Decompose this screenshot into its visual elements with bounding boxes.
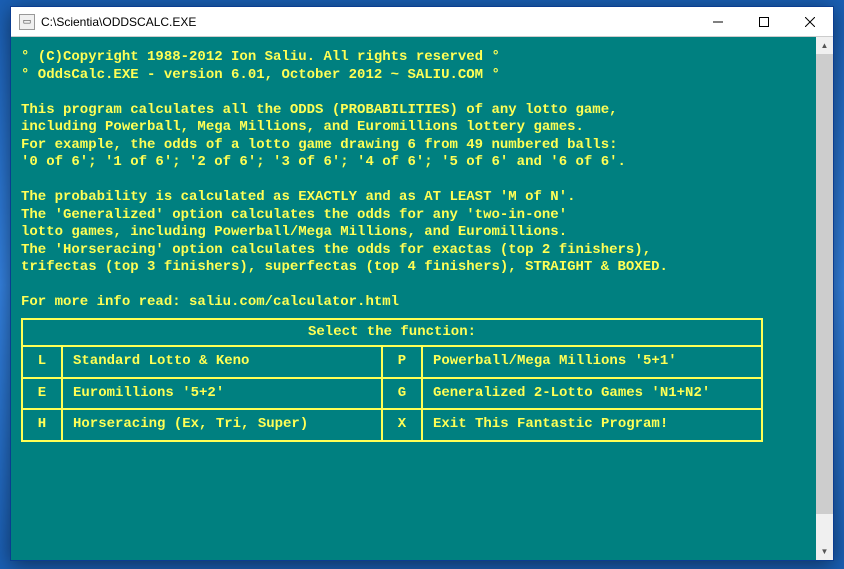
body-p1-l1: This program calculates all the ODDS (PR… xyxy=(21,102,618,118)
scroll-down-button[interactable]: ▼ xyxy=(816,543,833,560)
body-p1-l4: '0 of 6'; '1 of 6'; '2 of 6'; '3 of 6'; … xyxy=(21,154,626,170)
more-info-line: For more info read: saliu.com/calculator… xyxy=(21,294,399,310)
vertical-scrollbar[interactable]: ▲ ▼ xyxy=(816,37,833,560)
menu-key-e[interactable]: E xyxy=(22,378,62,410)
body-p2-l3: lotto games, including Powerball/Mega Mi… xyxy=(21,224,567,240)
minimize-button[interactable] xyxy=(695,7,741,37)
chevron-up-icon: ▲ xyxy=(821,41,829,50)
close-icon xyxy=(805,17,815,27)
menu-desc-e[interactable]: Euromillions '5+2' xyxy=(62,378,382,410)
body-p2-l5: trifectas (top 3 finishers), superfectas… xyxy=(21,259,668,275)
maximize-button[interactable] xyxy=(741,7,787,37)
titlebar[interactable]: ▭ C:\Scientia\ODDSCALC.EXE xyxy=(11,7,833,37)
body-p1-l3: For example, the odds of a lotto game dr… xyxy=(21,137,618,153)
menu-key-x[interactable]: X xyxy=(382,409,422,441)
menu-key-l[interactable]: L xyxy=(22,346,62,378)
menu-title: Select the function: xyxy=(22,319,762,347)
maximize-icon xyxy=(759,17,769,27)
menu-desc-l[interactable]: Standard Lotto & Keno xyxy=(62,346,382,378)
body-p1-l2: including Powerball, Mega Millions, and … xyxy=(21,119,584,135)
minimize-icon xyxy=(713,17,723,27)
header-line-2: ° OddsCalc.EXE - version 6.01, October 2… xyxy=(21,67,500,83)
menu-desc-g[interactable]: Generalized 2-Lotto Games 'N1+N2' xyxy=(422,378,762,410)
console-area: ° (C)Copyright 1988-2012 Ion Saliu. All … xyxy=(11,37,833,560)
function-menu: Select the function: L Standard Lotto & … xyxy=(21,318,763,442)
menu-desc-x[interactable]: Exit This Fantastic Program! xyxy=(422,409,762,441)
chevron-down-icon: ▼ xyxy=(821,547,829,556)
header-line-1: ° (C)Copyright 1988-2012 Ion Saliu. All … xyxy=(21,49,500,65)
menu-desc-p[interactable]: Powerball/Mega Millions '5+1' xyxy=(422,346,762,378)
application-window: ▭ C:\Scientia\ODDSCALC.EXE ° (C)Copyrigh… xyxy=(10,6,834,561)
body-p2-l4: The 'Horseracing' option calculates the … xyxy=(21,242,651,258)
window-title: C:\Scientia\ODDSCALC.EXE xyxy=(41,15,695,29)
scrollbar-track[interactable] xyxy=(816,54,833,543)
menu-key-g[interactable]: G xyxy=(382,378,422,410)
scrollbar-thumb[interactable] xyxy=(816,54,833,514)
menu-key-h[interactable]: H xyxy=(22,409,62,441)
body-p2-l2: The 'Generalized' option calculates the … xyxy=(21,207,567,223)
app-icon: ▭ xyxy=(19,14,35,30)
close-button[interactable] xyxy=(787,7,833,37)
console-output: ° (C)Copyright 1988-2012 Ion Saliu. All … xyxy=(11,37,816,560)
menu-key-p[interactable]: P xyxy=(382,346,422,378)
menu-desc-h[interactable]: Horseracing (Ex, Tri, Super) xyxy=(62,409,382,441)
body-p2-l1: The probability is calculated as EXACTLY… xyxy=(21,189,576,205)
scroll-up-button[interactable]: ▲ xyxy=(816,37,833,54)
